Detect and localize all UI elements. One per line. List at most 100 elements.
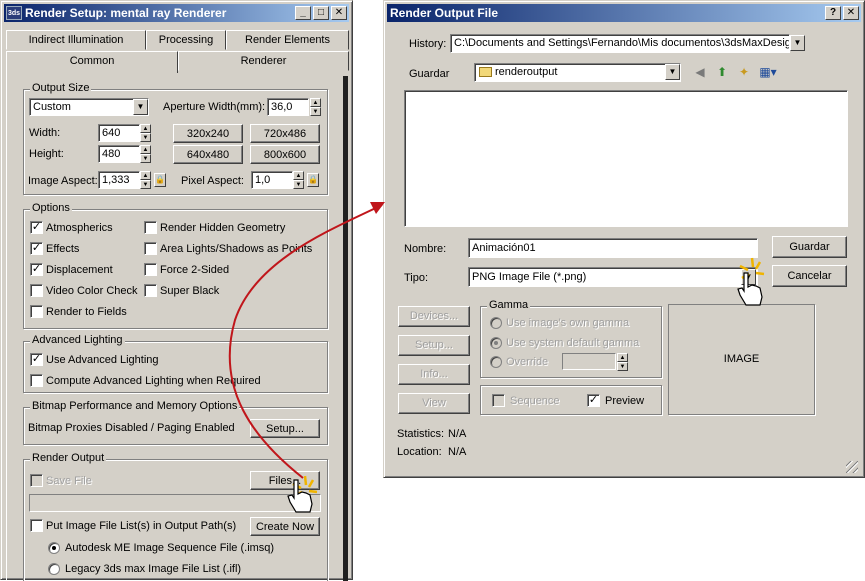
location-value: N/A [448,446,467,458]
chevron-down-icon[interactable]: ▼ [133,99,148,115]
ifl-radio[interactable] [48,563,60,575]
window-title: Render Setup: mental ray Renderer [25,6,227,20]
sequence-checkbox[interactable] [492,394,505,407]
preset-720x486-button[interactable]: 720x486 [250,124,320,143]
up-folder-icon[interactable]: ⬆ [713,64,731,80]
maximize-button[interactable]: □ [313,6,329,20]
force-2-sided-checkbox[interactable] [144,263,157,276]
preset-800x600-button[interactable]: 800x600 [250,145,320,164]
file-type-dropdown[interactable]: PNG Image File (*.png) [468,267,758,287]
tab-renderer[interactable]: Renderer [178,51,349,71]
tab-render-elements[interactable]: Render Elements [226,30,349,50]
create-now-button[interactable]: Create Now [250,517,320,536]
file-type-label: Tipo: [404,272,429,284]
setup-button[interactable]: Setup... [398,335,470,356]
tab-indirect-illumination[interactable]: Indirect Illumination [6,30,146,50]
lock-icon[interactable]: 🔒 [307,173,319,187]
bitmap-options-label: Bitmap Performance and Memory Options [30,400,240,412]
chevron-down-icon[interactable]: ▼ [741,269,756,285]
tab-common[interactable]: Common [6,51,178,73]
image-aspect-field[interactable]: 1,333 [98,171,140,189]
image-preview-label: IMAGE [723,353,760,365]
put-image-file-list-checkbox[interactable] [30,519,43,532]
use-advanced-lighting-label: Use Advanced Lighting [46,354,159,366]
own-gamma-radio[interactable] [490,317,502,329]
chevron-down-icon[interactable]: ▼ [790,35,805,51]
minimize-button[interactable]: _ [295,6,311,20]
pixel-aspect-label: Pixel Aspect: [181,175,244,187]
pixel-aspect-field[interactable]: 1,0 [251,171,293,189]
view-menu-icon[interactable]: ▦▾ [759,64,777,80]
lock-icon[interactable]: 🔒 [154,173,166,187]
help-button[interactable]: ? [825,6,841,20]
use-advanced-lighting-checkbox[interactable]: ✓ [30,353,43,366]
aperture-spinner[interactable]: ▲ ▼ [310,98,321,116]
output-preset-dropdown[interactable]: Custom [29,98,149,116]
resize-grip-icon[interactable] [846,461,858,473]
tab-processing[interactable]: Processing [146,30,226,50]
height-spinner[interactable]: ▲ ▼ [140,145,151,163]
bitmap-setup-button[interactable]: Setup... [250,419,320,438]
override-spinner[interactable]: ▲ ▼ [617,353,628,371]
atmospherics-checkbox[interactable]: ✓ [30,221,43,234]
output-path-field[interactable] [29,494,321,512]
put-image-file-list-label: Put Image File List(s) in Output Path(s) [46,520,237,532]
compute-advanced-lighting-checkbox[interactable] [30,374,43,387]
aperture-width-label: Aperture Width(mm): [163,101,266,113]
view-button[interactable]: View [398,393,470,414]
file-name-input[interactable]: Animación01 [468,238,758,258]
new-folder-icon[interactable]: ✦ [735,64,753,80]
video-color-check-label: Video Color Check [46,285,138,297]
save-button[interactable]: Guardar [772,236,847,258]
effects-checkbox[interactable]: ✓ [30,242,43,255]
close-button[interactable]: ✕ [331,6,347,20]
render-hidden-geometry-checkbox[interactable] [144,221,157,234]
panel-scrollbar[interactable] [343,76,348,581]
override-value-field[interactable] [562,353,616,370]
video-color-check-checkbox[interactable] [30,284,43,297]
aperture-width-field[interactable]: 36,0 [267,98,309,116]
preset-320x240-button[interactable]: 320x240 [173,124,243,143]
back-icon[interactable]: ◀ [691,64,709,80]
dialog-title: Render Output File [390,6,498,20]
save-in-dropdown[interactable]: renderoutput [474,63,681,82]
close-button[interactable]: ✕ [843,6,859,20]
history-dropdown[interactable]: C:\Documents and Settings\Fernando\Mis d… [450,34,790,53]
files-button[interactable]: Files... [250,471,320,490]
render-output-titlebar[interactable]: Render Output File ? ✕ [387,4,861,22]
displacement-label: Displacement [46,264,113,276]
area-lights-checkbox[interactable] [144,242,157,255]
width-field[interactable]: 640 [98,124,140,142]
save-file-checkbox[interactable] [30,474,43,487]
render-to-fields-label: Render to Fields [46,306,127,318]
file-list-area[interactable] [404,90,848,227]
ifl-label: Legacy 3ds max Image File List (.ifl) [65,563,242,575]
folder-icon [479,67,492,77]
render-setup-titlebar[interactable]: 3ds Render Setup: mental ray Renderer _ … [4,4,349,22]
pixel-aspect-spinner[interactable]: ▲ ▼ [293,171,304,189]
system-gamma-radio[interactable] [490,337,502,349]
height-field[interactable]: 480 [98,145,140,163]
statistics-value: N/A [448,428,467,440]
image-aspect-label: Image Aspect: [28,175,98,187]
render-output-label: Render Output [30,452,107,464]
location-label: Location: [397,446,442,458]
preview-checkbox[interactable]: ✓ [587,394,600,407]
bitmap-status-text: Bitmap Proxies Disabled / Paging Enabled [28,422,235,434]
compute-advanced-lighting-label: Compute Advanced Lighting when Required [46,375,261,387]
cancel-button[interactable]: Cancelar [772,265,847,287]
render-to-fields-checkbox[interactable] [30,305,43,318]
info-button[interactable]: Info... [398,364,470,385]
displacement-checkbox[interactable]: ✓ [30,263,43,276]
devices-button[interactable]: Devices... [398,306,470,327]
effects-label: Effects [46,243,80,255]
width-spinner[interactable]: ▲ ▼ [140,124,151,142]
super-black-checkbox[interactable] [144,284,157,297]
chevron-down-icon[interactable]: ▼ [665,64,680,80]
render-output-file-dialog: Render Output File ? ✕ History: C:\Docum… [383,0,865,478]
preset-640x480-button[interactable]: 640x480 [173,145,243,164]
override-radio[interactable] [490,356,502,368]
history-label: History: [409,38,447,50]
image-aspect-spinner[interactable]: ▲ ▼ [140,171,151,189]
imsq-radio[interactable] [48,542,60,554]
